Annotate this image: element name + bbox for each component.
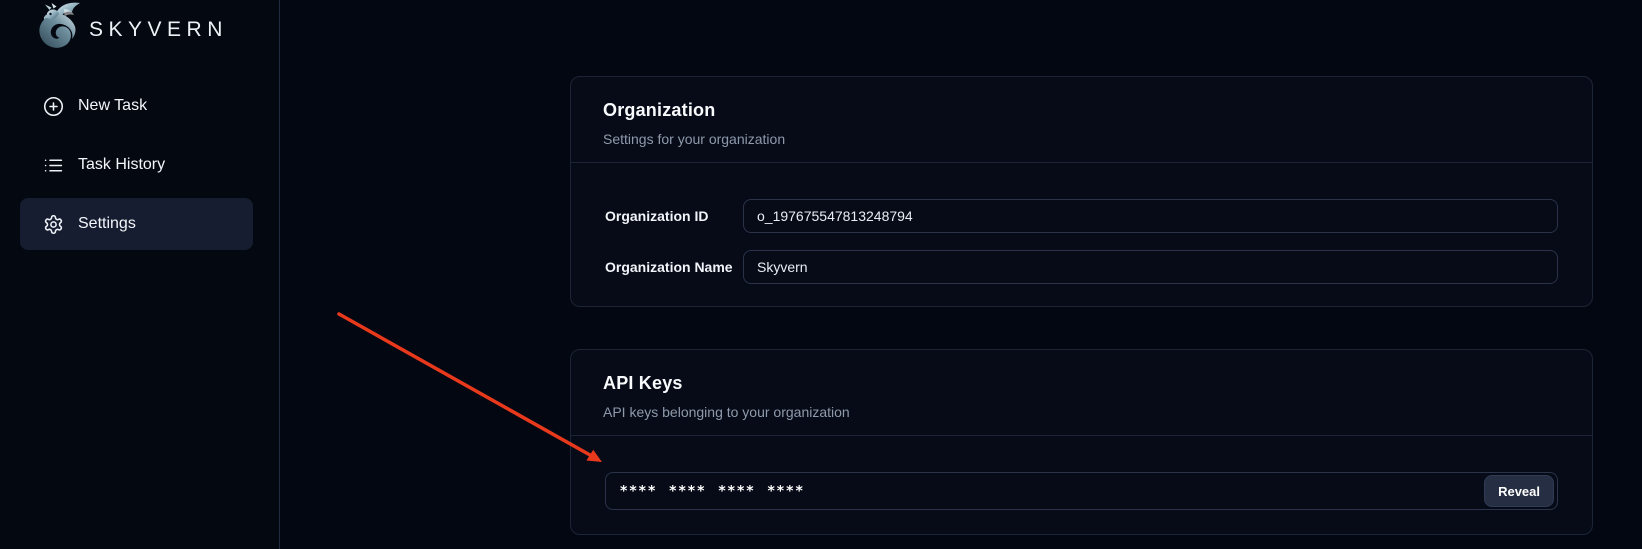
organization-card-title: Organization (603, 97, 1560, 123)
skyvern-logo[interactable]: SKYVERN (33, 1, 228, 58)
organization-name-row: Organization Name (605, 250, 1558, 284)
sidebar-item-label: Settings (78, 215, 136, 233)
organization-card-header: Organization Settings for your organizat… (571, 77, 1592, 163)
organization-card-subtitle: Settings for your organization (603, 130, 1560, 148)
api-keys-card-header: API Keys API keys belonging to your orga… (571, 350, 1592, 436)
api-key-masked-value: **** **** **** **** (620, 484, 805, 500)
sidebar-nav: New Task Task History (20, 80, 253, 250)
skyvern-app-window: SKYVERN New Task Task History (0, 0, 1642, 549)
sidebar-item-label: Task History (78, 156, 165, 174)
main-content: Organization Settings for your organizat… (280, 0, 1642, 549)
sidebar-item-label: New Task (78, 97, 147, 115)
logo-wordmark: SKYVERN (89, 18, 228, 42)
circle-plus-icon (43, 96, 64, 117)
organization-card-body: Organization ID Organization Name (571, 163, 1592, 284)
sidebar-item-new-task[interactable]: New Task (20, 80, 253, 132)
organization-id-row: Organization ID (605, 199, 1558, 233)
organization-id-label: Organization ID (605, 208, 743, 224)
list-icon (43, 155, 64, 176)
api-keys-card-title: API Keys (603, 370, 1560, 396)
gear-icon (43, 214, 64, 235)
sidebar-item-settings[interactable]: Settings (20, 198, 253, 250)
organization-name-input[interactable] (743, 250, 1558, 284)
sidebar: SKYVERN New Task Task History (0, 0, 280, 549)
api-keys-card-subtitle: API keys belonging to your organization (603, 403, 1560, 421)
sidebar-item-task-history[interactable]: Task History (20, 139, 253, 191)
organization-id-input[interactable] (743, 199, 1558, 233)
api-keys-card: API Keys API keys belonging to your orga… (570, 349, 1593, 535)
api-keys-card-body: **** **** **** **** Reveal (571, 436, 1592, 510)
reveal-button[interactable]: Reveal (1484, 475, 1554, 507)
skyvern-dragon-icon (33, 1, 87, 58)
organization-card: Organization Settings for your organizat… (570, 76, 1593, 307)
api-key-field[interactable]: **** **** **** **** Reveal (605, 472, 1558, 510)
organization-name-label: Organization Name (605, 259, 743, 275)
